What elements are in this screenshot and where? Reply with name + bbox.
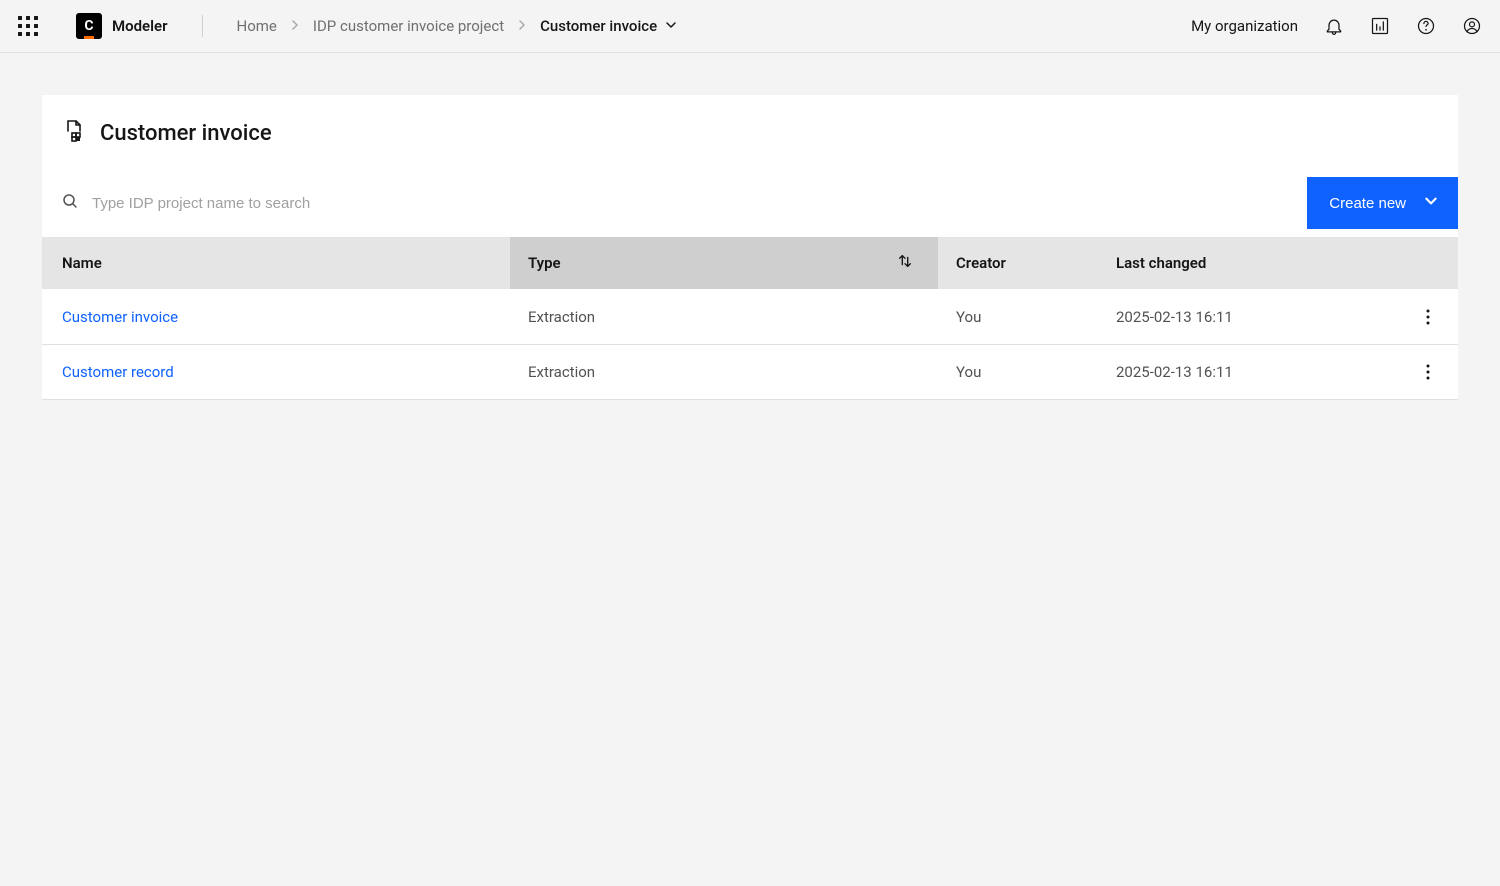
column-header-lastchanged[interactable]: Last changed — [1102, 254, 1458, 272]
toolbar: Create new — [42, 169, 1458, 237]
topbar-actions: My organization — [1191, 16, 1482, 36]
help-icon[interactable] — [1416, 16, 1436, 36]
page-title: Customer invoice — [100, 121, 272, 146]
document-icon — [62, 119, 86, 147]
row-menu-button[interactable] — [1420, 309, 1436, 325]
row-type: Extraction — [510, 363, 938, 381]
column-header-type[interactable]: Type — [510, 237, 938, 289]
topbar: Modeler Home IDP customer invoice projec… — [0, 0, 1500, 53]
notifications-icon[interactable] — [1324, 16, 1344, 36]
create-new-button[interactable]: Create new — [1307, 177, 1458, 229]
row-menu-button[interactable] — [1420, 364, 1436, 380]
search-icon — [62, 193, 78, 213]
apps-grid-icon[interactable] — [18, 16, 38, 36]
create-new-label: Create new — [1329, 195, 1406, 212]
row-creator: You — [938, 308, 1102, 326]
row-creator: You — [938, 363, 1102, 381]
divider — [202, 15, 203, 37]
table-row: Customer invoice ExtractionYou 2025-02-13 … — [42, 289, 1458, 344]
chevron-down-icon — [665, 17, 677, 35]
org-link[interactable]: My organization — [1191, 17, 1298, 35]
breadcrumb-home[interactable]: Home — [237, 17, 277, 35]
table-header: Name Type Creator Last changed — [42, 237, 1458, 289]
chevron-right-icon — [291, 19, 299, 34]
chevron-right-icon — [518, 19, 526, 34]
row-name-link[interactable]: Customer record — [62, 363, 174, 381]
brand-logo[interactable] — [76, 13, 102, 39]
row-name-link[interactable]: Customer invoice — [62, 308, 178, 326]
column-header-creator[interactable]: Creator — [938, 254, 1102, 272]
column-header-type-label: Type — [528, 254, 561, 272]
row-lastchanged: 2025-02-13 16:11 — [1116, 308, 1233, 326]
breadcrumb-current-label: Customer invoice — [540, 17, 657, 35]
info-center-icon[interactable] — [1370, 16, 1390, 36]
page-heading: Customer invoice — [42, 95, 1458, 169]
row-type: Extraction — [510, 308, 938, 326]
table-body: Customer invoiceExtractionYou2025-02-13 … — [42, 289, 1458, 399]
search-input[interactable] — [92, 195, 1307, 212]
main-panel: Customer invoice Create new Name Type — [42, 95, 1458, 400]
row-lastchanged: 2025-02-13 16:11 — [1116, 363, 1233, 381]
chevron-down-icon — [1424, 194, 1438, 212]
app-name[interactable]: Modeler — [112, 17, 168, 35]
breadcrumb-project[interactable]: IDP customer invoice project — [313, 17, 504, 35]
sort-icon — [896, 252, 914, 274]
search-wrap — [62, 193, 1307, 213]
breadcrumb: Home IDP customer invoice project Custom… — [237, 17, 678, 35]
user-avatar-icon[interactable] — [1462, 16, 1482, 36]
content-area: Customer invoice Create new Name Type — [0, 53, 1500, 442]
breadcrumb-current[interactable]: Customer invoice — [540, 17, 677, 35]
column-header-name[interactable]: Name — [42, 254, 510, 272]
table-row: Customer record ExtractionYou 2025-02-13 1… — [42, 344, 1458, 399]
